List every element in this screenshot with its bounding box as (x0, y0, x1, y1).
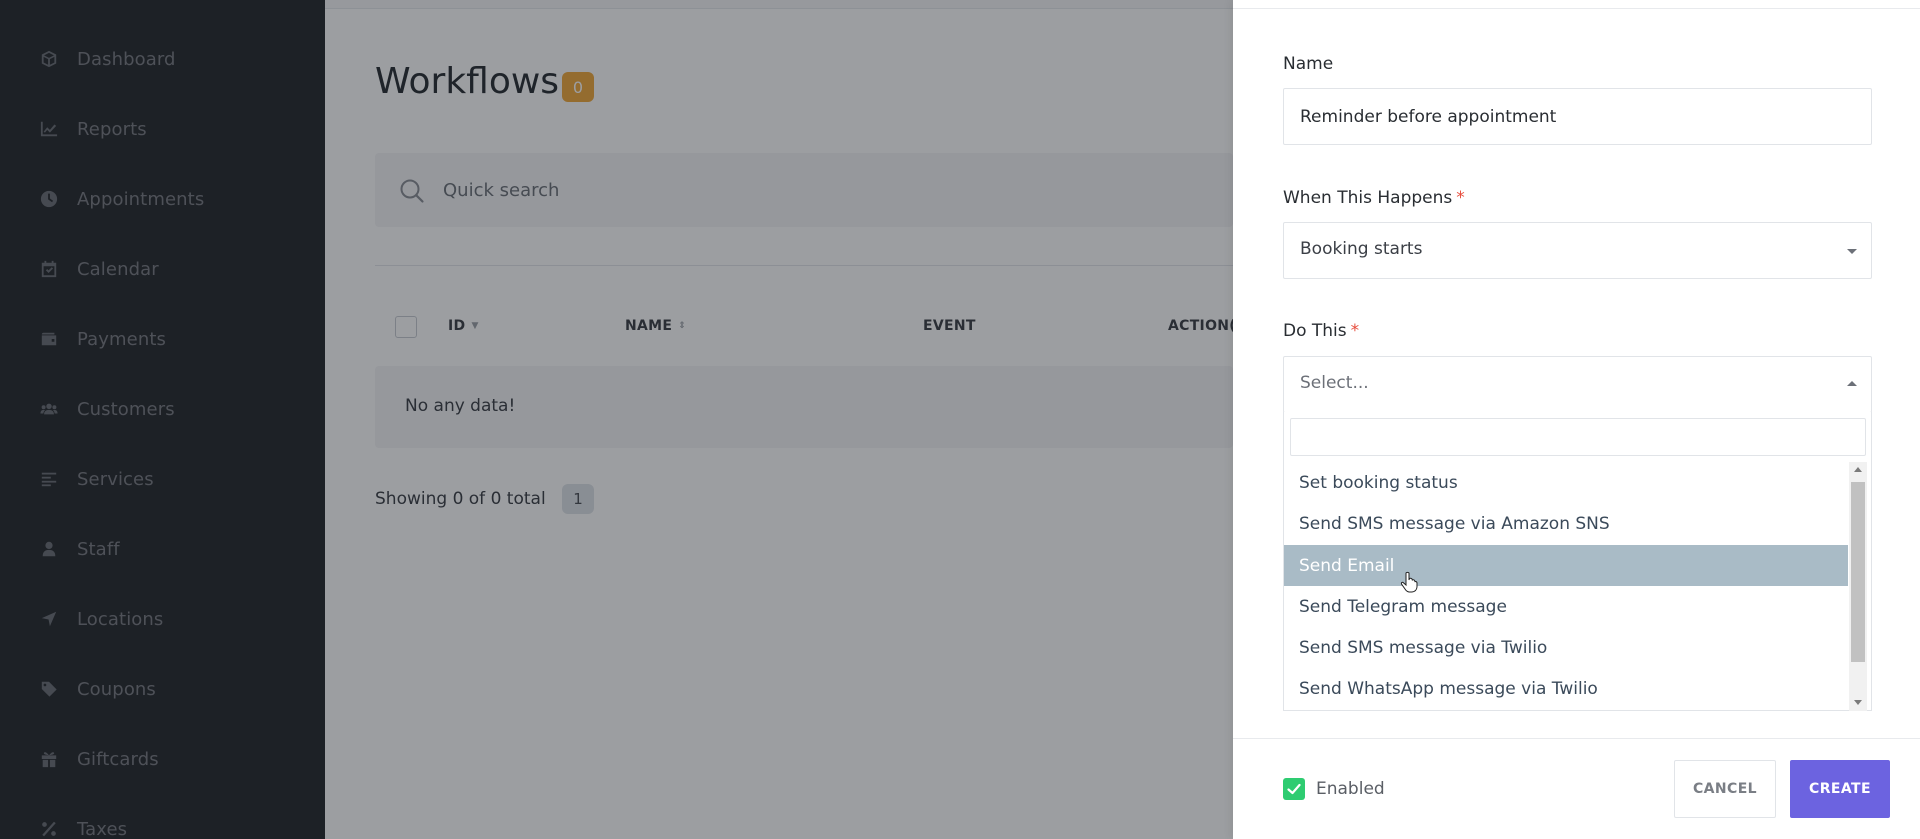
chevron-up-icon (1847, 381, 1857, 386)
when-label: When This Happens * (1283, 188, 1465, 208)
dropdown-scrollbar[interactable] (1849, 462, 1867, 711)
workflow-panel: Name When This Happens* Booking starts D… (1233, 0, 1920, 839)
modal-backdrop[interactable] (0, 0, 1233, 839)
dropdown-options: Set booking status Send SMS message via … (1284, 462, 1848, 711)
chevron-down-icon (1847, 249, 1857, 254)
name-field[interactable] (1283, 88, 1872, 145)
do-label: Do This * (1283, 321, 1360, 341)
required-mark: * (1456, 188, 1465, 208)
when-select-value: Booking starts (1300, 239, 1423, 259)
check-icon (1287, 783, 1301, 795)
cancel-button[interactable]: CANCEL (1674, 760, 1776, 818)
enabled-label: Enabled (1316, 779, 1385, 799)
required-mark: * (1350, 321, 1360, 341)
dropdown-option[interactable]: Send WhatsApp message via Twilio (1284, 668, 1848, 709)
scroll-up-icon[interactable] (1854, 467, 1862, 472)
dropdown-option[interactable]: Send SMS message via Amazon SNS (1284, 503, 1848, 544)
divider (1233, 738, 1920, 739)
dropdown-option[interactable]: Send Telegram message (1284, 586, 1848, 627)
dropdown-search-input[interactable] (1290, 418, 1866, 456)
scroll-down-icon[interactable] (1854, 700, 1862, 705)
create-button[interactable]: CREATE (1790, 760, 1890, 818)
dropdown-option-highlighted[interactable]: Send Email (1284, 545, 1848, 586)
hand-cursor-icon (1400, 571, 1418, 593)
divider (1233, 8, 1920, 9)
dropdown-option[interactable]: Set booking status (1284, 462, 1848, 503)
name-label: Name (1283, 54, 1334, 74)
do-dropdown: Set booking status Send SMS message via … (1283, 412, 1872, 711)
when-select[interactable]: Booking starts (1283, 222, 1872, 279)
scroll-thumb[interactable] (1851, 482, 1865, 662)
dropdown-option[interactable]: Send SMS message via Twilio (1284, 627, 1848, 668)
do-select-placeholder: Select... (1300, 373, 1369, 393)
enabled-checkbox[interactable] (1283, 778, 1305, 800)
do-select[interactable]: Select... (1283, 356, 1872, 413)
